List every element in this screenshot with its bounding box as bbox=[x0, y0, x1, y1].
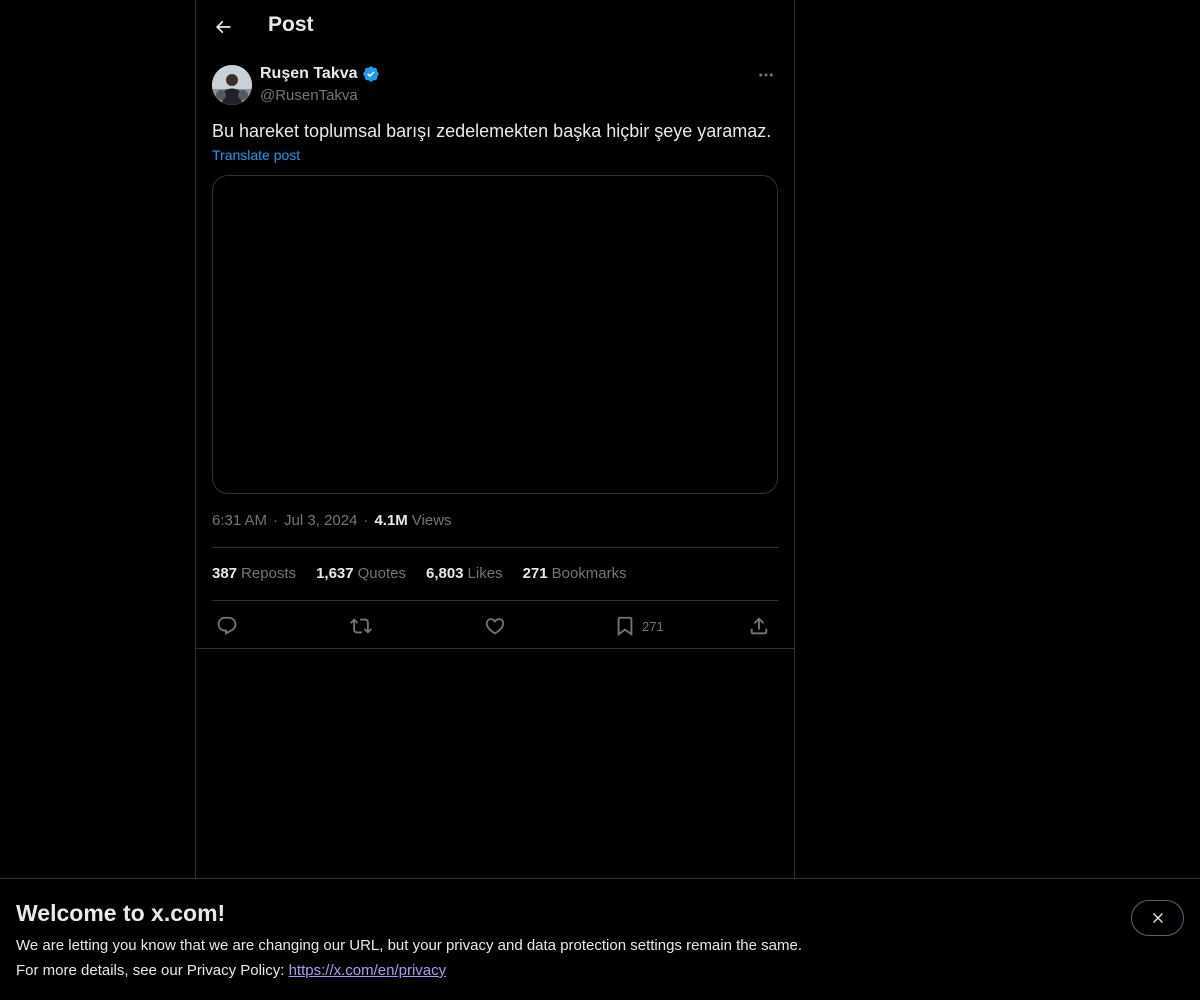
page-title: Post bbox=[268, 13, 314, 36]
like-icon bbox=[485, 618, 505, 635]
more-horizontal-icon bbox=[759, 73, 773, 77]
bookmark-icon bbox=[617, 616, 633, 637]
verified-badge-icon bbox=[362, 66, 379, 82]
privacy-policy-link[interactable]: https://x.com/en/privacy bbox=[289, 962, 447, 979]
like-button[interactable] bbox=[484, 612, 506, 640]
bookmarks-count: 271 bbox=[522, 565, 548, 582]
author-display-name[interactable]: Ruşen Takva bbox=[260, 65, 358, 83]
bookmark-action-count: 271 bbox=[642, 618, 664, 634]
banner-message: We are letting you know that we are chan… bbox=[16, 937, 802, 954]
post-time[interactable]: 6:31 AM bbox=[212, 512, 267, 529]
close-icon bbox=[1152, 913, 1163, 923]
more-options-button[interactable] bbox=[754, 65, 778, 85]
separator-dot: · bbox=[273, 512, 279, 529]
repost-icon bbox=[350, 618, 372, 634]
post-date[interactable]: Jul 3, 2024 bbox=[284, 512, 357, 529]
reposts-count: 387 bbox=[212, 565, 238, 582]
quotes-count: 1,637 bbox=[316, 565, 354, 582]
banner-title: Welcome to x.com! bbox=[16, 900, 226, 926]
avatar[interactable] bbox=[212, 65, 252, 105]
page-header: Post bbox=[196, 0, 794, 53]
main-column: Post Ruşen Takva @RusenTakva Bu hareket … bbox=[195, 0, 795, 878]
separator-dot: · bbox=[363, 512, 369, 529]
reposts-stat[interactable]: 387 Reposts bbox=[212, 565, 296, 582]
repost-button[interactable] bbox=[350, 612, 372, 640]
quotes-stat[interactable]: 1,637 Quotes bbox=[316, 565, 406, 582]
share-icon bbox=[750, 617, 768, 635]
reposts-label: Reposts bbox=[241, 565, 297, 582]
banner-close-button[interactable] bbox=[1131, 900, 1184, 936]
quotes-label: Quotes bbox=[357, 565, 406, 582]
post-media[interactable] bbox=[212, 175, 778, 494]
banner-privacy-line: For more details, see our Privacy Policy… bbox=[16, 962, 446, 979]
views-count: 4.1M bbox=[374, 512, 408, 529]
post-author: Ruşen Takva @RusenTakva bbox=[212, 65, 778, 109]
divider bbox=[196, 648, 794, 649]
likes-stat[interactable]: 6,803 Likes bbox=[426, 565, 503, 582]
post-actions: 271 bbox=[212, 612, 778, 640]
post-stats: 387 Reposts 1,637 Quotes 6,803 Likes 271 Boo… bbox=[212, 565, 647, 582]
views-label: Views bbox=[411, 512, 452, 529]
bookmarks-stat[interactable]: 271 Bookmarks bbox=[523, 565, 627, 582]
likes-count: 6,803 bbox=[425, 565, 464, 582]
author-name-row: Ruşen Takva bbox=[260, 65, 380, 83]
post-meta: 6:31 AM · Jul 3, 2024 · 4.1M Views bbox=[212, 512, 452, 529]
back-button[interactable] bbox=[206, 10, 240, 44]
share-button[interactable] bbox=[748, 612, 770, 640]
banner-privacy-prefix: For more details, see our Privacy Policy… bbox=[16, 962, 289, 979]
divider bbox=[212, 600, 778, 601]
bookmark-button[interactable]: 271 bbox=[614, 612, 664, 640]
reply-button[interactable] bbox=[216, 612, 238, 640]
welcome-banner: Welcome to x.com! We are letting you kno… bbox=[0, 878, 1200, 1000]
author-handle[interactable]: @RusenTakva bbox=[260, 87, 358, 104]
reply-icon bbox=[217, 616, 237, 635]
likes-label: Likes bbox=[467, 565, 503, 582]
divider bbox=[212, 547, 778, 548]
arrow-left-icon bbox=[215, 20, 231, 34]
translate-post-link[interactable]: Translate post bbox=[212, 147, 300, 163]
bookmarks-label: Bookmarks bbox=[551, 565, 627, 582]
post-text: Bu hareket toplumsal barışı zedelemekten… bbox=[212, 121, 772, 141]
